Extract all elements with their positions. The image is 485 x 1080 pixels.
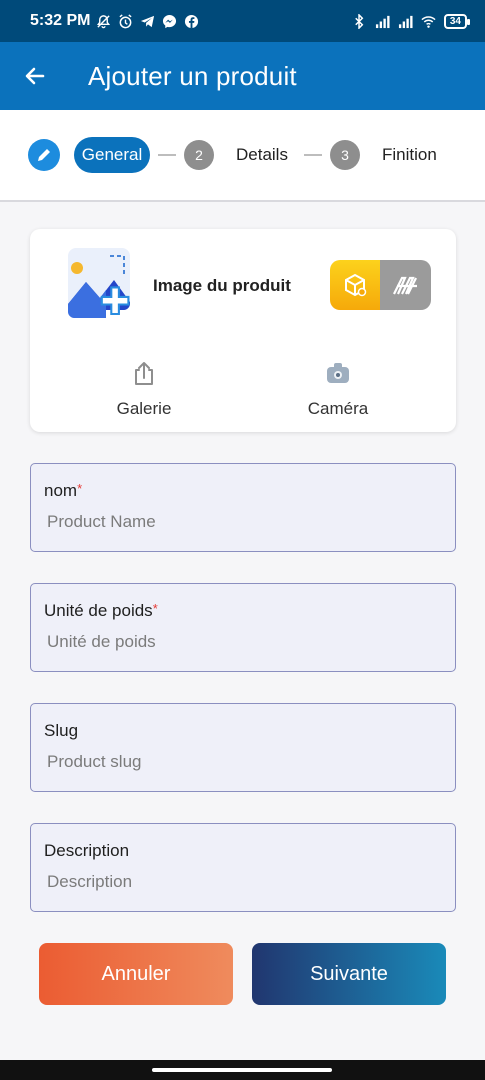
- mute-bell-icon: [97, 14, 111, 28]
- home-gesture-handle[interactable]: [152, 1068, 332, 1072]
- image-card-title: Image du produit: [153, 276, 291, 295]
- name-input[interactable]: [47, 509, 427, 535]
- 3d-view-option[interactable]: [330, 260, 380, 310]
- step-number-finition: 3: [329, 140, 360, 170]
- signal-icon-2: [398, 15, 413, 28]
- step-connector: [303, 154, 322, 156]
- step-number-details: 2: [184, 140, 214, 170]
- back-button[interactable]: [0, 42, 70, 110]
- field-label: Unité de poids*: [44, 601, 158, 621]
- camera-icon: [327, 363, 349, 383]
- 3d-box-icon: [345, 273, 367, 297]
- slug-input[interactable]: [47, 749, 427, 775]
- gallery-button[interactable]: Galerie: [74, 359, 214, 419]
- step-edit-indicator: [28, 139, 60, 171]
- status-time: 5:32 PM: [30, 12, 91, 29]
- field-slug[interactable]: Slug: [30, 703, 456, 792]
- field-weight-unit[interactable]: Unité de poids*: [30, 583, 456, 672]
- add-image-icon[interactable]: [66, 246, 138, 322]
- ar-view-option[interactable]: [380, 260, 431, 310]
- view-mode-toggle[interactable]: [330, 260, 431, 310]
- upload-icon: [135, 362, 153, 385]
- step-general[interactable]: General: [74, 137, 150, 173]
- signal-icon: [375, 15, 390, 28]
- system-nav-bar: [0, 1060, 485, 1080]
- system-icons: 34: [352, 13, 471, 29]
- alarm-icon: [119, 13, 133, 28]
- step-connector: [158, 154, 176, 156]
- field-label-text: Unité de poids: [44, 601, 153, 620]
- facebook-icon: [185, 14, 199, 28]
- step-details[interactable]: Details: [236, 145, 288, 165]
- notification-icons: [96, 13, 199, 29]
- description-input[interactable]: [47, 869, 427, 895]
- pencil-icon: [38, 149, 50, 161]
- bluetooth-icon: [355, 13, 364, 29]
- camera-label: Caméra: [307, 399, 369, 418]
- field-label-text: nom: [44, 481, 78, 500]
- field-label: nom*: [44, 481, 82, 501]
- field-name[interactable]: nom*: [30, 463, 456, 552]
- ar-icon: [392, 276, 417, 295]
- messenger-icon: [163, 14, 177, 28]
- field-label: Slug: [44, 721, 79, 740]
- gallery-label: Galerie: [116, 399, 172, 418]
- status-bar: 5:32 PM 34: [0, 0, 485, 42]
- wifi-icon: [421, 15, 436, 28]
- product-image-card: Image du produit Galerie Caméra: [30, 229, 456, 432]
- field-label: Description: [44, 841, 130, 860]
- required-marker: *: [152, 601, 158, 616]
- camera-button[interactable]: Caméra: [268, 359, 408, 419]
- arrow-left-icon: [25, 67, 45, 85]
- required-marker: *: [77, 481, 83, 496]
- battery-icon: 34: [443, 13, 471, 29]
- cancel-button[interactable]: Annuler: [39, 943, 233, 1005]
- weight-unit-input[interactable]: [47, 629, 427, 655]
- next-button[interactable]: Suivante: [252, 943, 446, 1005]
- app-bar: Ajouter un produit: [0, 42, 485, 110]
- stepper: General 2 Details 3 Finition: [0, 110, 485, 202]
- field-description[interactable]: Description: [30, 823, 456, 912]
- telegram-icon: [141, 15, 155, 27]
- step-finition[interactable]: Finition: [382, 145, 437, 165]
- page-title: Ajouter un produit: [88, 60, 297, 91]
